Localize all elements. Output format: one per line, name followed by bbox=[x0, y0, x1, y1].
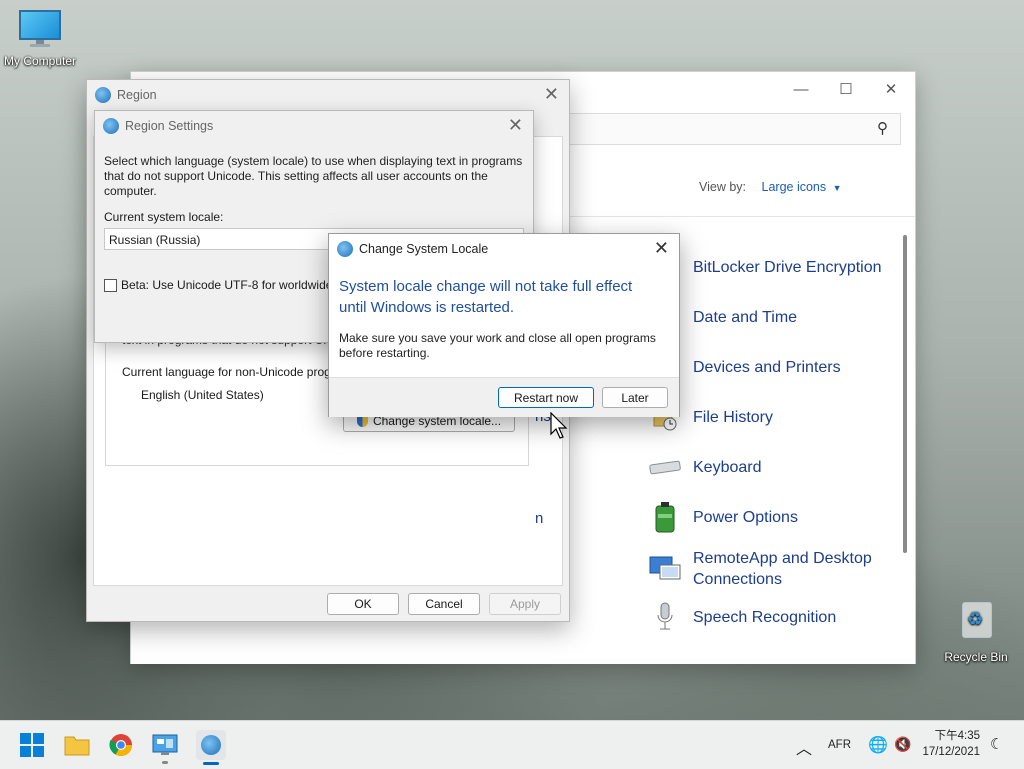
cp-item-label: BitLocker Drive Encryption bbox=[693, 258, 882, 276]
chrome-button[interactable] bbox=[107, 731, 135, 759]
cp-bg-text: n bbox=[535, 510, 544, 527]
later-label: Later bbox=[621, 390, 649, 405]
view-by: View by: Large icons ▼ bbox=[699, 180, 842, 194]
windows-logo-icon bbox=[20, 733, 44, 757]
keyboard-icon bbox=[647, 449, 683, 485]
view-by-label: View by: bbox=[699, 180, 747, 194]
region-titlebar: Region ✕ bbox=[87, 80, 569, 110]
cp-item-bitlocker[interactable]: BitLocker Drive Encryption bbox=[647, 247, 882, 287]
close-button[interactable]: ✕ bbox=[508, 116, 523, 134]
current-locale-label: Current system locale: bbox=[104, 210, 224, 224]
cp-item-power-options[interactable]: Power Options bbox=[647, 497, 798, 537]
cp-item-label: Devices and Printers bbox=[693, 358, 841, 376]
search-icon: ⚲ bbox=[877, 120, 888, 137]
change-system-locale-dialog: Change System Locale ✕ System locale cha… bbox=[328, 233, 680, 417]
region-taskbar-button[interactable] bbox=[196, 730, 226, 765]
csl-titlebar: Change System Locale ✕ bbox=[329, 234, 679, 264]
search-input[interactable]: ⚲ bbox=[569, 113, 901, 145]
cp-item-label: Date and Time bbox=[693, 308, 798, 326]
later-button[interactable]: Later bbox=[602, 387, 668, 408]
cancel-label: Cancel bbox=[425, 597, 463, 611]
dialog-title: Change System Locale bbox=[359, 242, 489, 256]
globe-icon bbox=[201, 735, 221, 755]
running-indicator bbox=[162, 761, 168, 764]
dialog-title: Region Settings bbox=[125, 119, 214, 133]
focus-assist-moon-icon[interactable]: ☾ bbox=[990, 735, 1003, 753]
maximize-button[interactable]: ☐ bbox=[826, 78, 866, 102]
close-button[interactable]: ✕ bbox=[654, 239, 669, 257]
csl-heading: System locale change will not take full … bbox=[339, 278, 633, 316]
input-language-indicator[interactable]: AFR bbox=[828, 739, 851, 751]
start-button[interactable] bbox=[18, 731, 46, 759]
beta-utf8-checkbox-row[interactable]: Beta: Use Unicode UTF-8 for worldwide l bbox=[104, 278, 338, 292]
cp-item-label: Keyboard bbox=[693, 458, 762, 476]
minimize-button[interactable]: — bbox=[781, 78, 821, 102]
cp-item-label: File History bbox=[693, 408, 774, 426]
restart-now-label: Restart now bbox=[513, 390, 579, 405]
current-language-value: English (United States) bbox=[141, 388, 264, 402]
cp-item-label: RemoteApp and Desktop Connections bbox=[693, 550, 872, 588]
desktop-icon-my-computer[interactable]: My Computer bbox=[0, 10, 80, 68]
cp-item-speech[interactable]: Speech Recognition bbox=[647, 597, 836, 637]
battery-icon bbox=[647, 499, 683, 535]
cp-item-label: Speech Recognition bbox=[693, 608, 837, 626]
folder-icon bbox=[64, 736, 90, 756]
view-by-dropdown[interactable]: Large icons ▼ bbox=[762, 180, 842, 194]
network-icon[interactable]: 🌐 bbox=[868, 735, 888, 755]
close-button[interactable]: ✕ bbox=[544, 85, 559, 103]
chevron-down-icon: ▼ bbox=[832, 183, 842, 193]
microphone-icon bbox=[647, 599, 683, 635]
region-settings-titlebar: Region Settings ✕ bbox=[95, 111, 533, 141]
clock-date: 17/12/2021 bbox=[922, 746, 980, 758]
cp-item-label: Power Options bbox=[693, 508, 798, 526]
globe-icon bbox=[95, 87, 111, 103]
globe-icon bbox=[337, 241, 353, 257]
desktop-icon-recycle-bin[interactable]: ♻ Recycle Bin bbox=[936, 598, 1016, 664]
volume-muted-icon[interactable]: 🔇 bbox=[894, 736, 911, 753]
cp-item-remoteapp[interactable]: RemoteApp and Desktop Connections bbox=[647, 547, 883, 591]
cancel-button[interactable]: Cancel bbox=[408, 593, 480, 615]
ok-button[interactable]: OK bbox=[327, 593, 399, 615]
globe-icon bbox=[103, 118, 119, 134]
beta-utf8-checkbox[interactable] bbox=[104, 278, 117, 292]
control-panel-button[interactable] bbox=[151, 731, 179, 764]
current-language-label: Current language for non-Unicode program… bbox=[122, 365, 329, 379]
desktop-icon-label: Recycle Bin bbox=[944, 650, 1008, 664]
view-by-value: Large icons bbox=[761, 180, 827, 194]
file-explorer-button[interactable] bbox=[63, 731, 91, 759]
dialog-title: Region bbox=[117, 88, 157, 102]
beta-utf8-label: Beta: Use Unicode UTF-8 for worldwide l bbox=[121, 278, 339, 292]
control-panel-icon bbox=[152, 734, 178, 755]
current-locale-value: Russian (Russia) bbox=[109, 233, 201, 247]
ok-label: OK bbox=[354, 597, 372, 611]
remote-desktop-icon bbox=[647, 551, 683, 587]
active-indicator bbox=[203, 762, 219, 765]
region-settings-description: Select which language (system locale) to… bbox=[104, 154, 523, 198]
scrollbar[interactable] bbox=[903, 235, 907, 553]
apply-label: Apply bbox=[509, 597, 541, 611]
restart-now-button[interactable]: Restart now bbox=[498, 387, 594, 408]
clock[interactable]: 下午4:35 17/12/2021 bbox=[920, 728, 980, 760]
recycle-bin-icon: ♻ bbox=[959, 598, 993, 638]
monitor-icon bbox=[19, 10, 61, 48]
taskbar: ︿ AFR 🌐 🔇 下午4:35 17/12/2021 ☾ bbox=[0, 720, 1024, 769]
desktop-icon-label: My Computer bbox=[3, 54, 77, 68]
cp-item-keyboard[interactable]: Keyboard bbox=[647, 447, 762, 487]
close-button[interactable]: ✕ bbox=[871, 78, 911, 102]
clock-time: 下午4:35 bbox=[934, 730, 980, 742]
chrome-icon bbox=[109, 734, 132, 756]
csl-body: Make sure you save your work and close a… bbox=[339, 331, 656, 360]
chevron-up-icon[interactable]: ︿ bbox=[796, 735, 812, 759]
mouse-cursor-icon bbox=[550, 411, 568, 443]
apply-button[interactable]: Apply bbox=[489, 593, 561, 615]
